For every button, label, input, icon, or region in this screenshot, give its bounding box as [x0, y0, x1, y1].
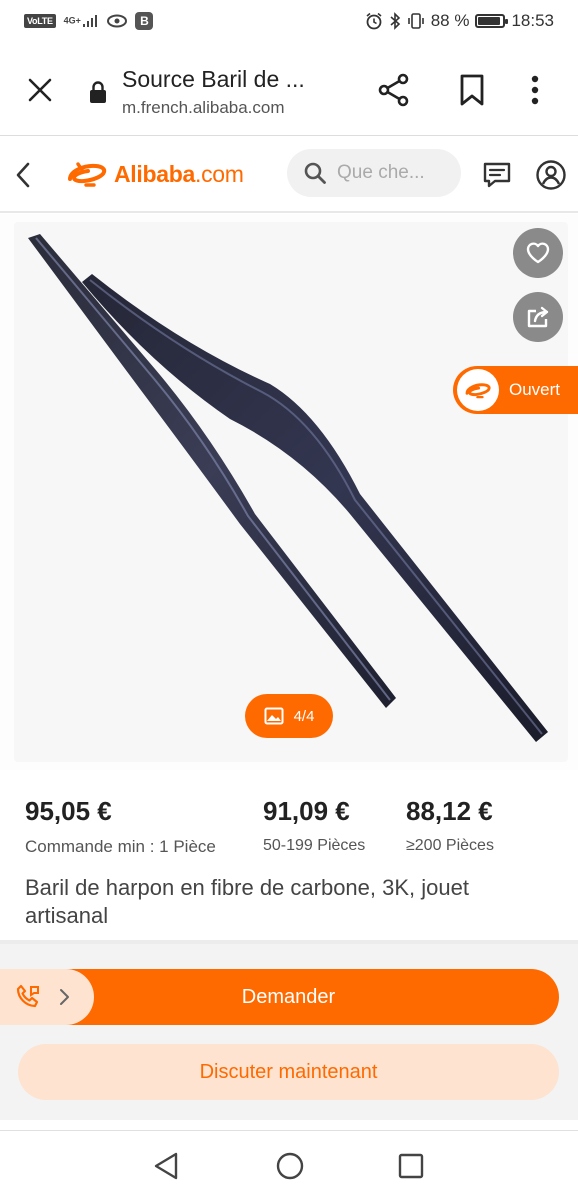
- chat-now-label: Discuter maintenant: [199, 1060, 378, 1083]
- nav-back-icon[interactable]: [152, 1151, 180, 1181]
- phone-icon: [16, 984, 39, 1008]
- signal-icon: [83, 15, 98, 27]
- user-icon[interactable]: [535, 159, 567, 191]
- browser-toolbar: Source Baril de ... m.french.alibaba.com: [0, 44, 578, 136]
- nav-home-icon[interactable]: [275, 1151, 305, 1181]
- back-button[interactable]: [8, 159, 38, 191]
- price-tier: 91,09 € 50-199 Pièces: [263, 796, 365, 855]
- price-tiers: 95,05 € Commande min : 1 Pièce 91,09 € 5…: [0, 770, 578, 870]
- volte-indicator: VoLTE: [24, 14, 56, 28]
- share-icon[interactable]: [376, 72, 412, 108]
- share-product-button[interactable]: [513, 292, 563, 342]
- more-vert-icon[interactable]: [530, 74, 540, 106]
- status-right: 88 % 18:53: [365, 11, 554, 31]
- page-url[interactable]: m.french.alibaba.com: [122, 98, 285, 118]
- price-tier: 88,12 € ≥200 Pièces: [406, 796, 494, 855]
- alarm-icon: [366, 12, 382, 30]
- alibaba-logo-mark: [68, 162, 107, 187]
- site-header: Alibaba.com Que che...: [0, 137, 578, 213]
- tier-quantity: ≥200 Pièces: [406, 837, 494, 854]
- close-tab-button[interactable]: [20, 70, 60, 110]
- image-counter-text: 4/4: [293, 707, 315, 725]
- image-icon: [264, 707, 284, 725]
- tier-price: 88,12 €: [406, 796, 493, 826]
- eye-icon: [107, 14, 128, 28]
- vibrate-icon: [407, 13, 424, 29]
- search-placeholder: Que che...: [337, 162, 425, 183]
- tier-price: 91,09 €: [263, 796, 350, 826]
- tier-price: 95,05 €: [25, 796, 112, 826]
- favorite-button[interactable]: [513, 228, 563, 278]
- clock: 18:53: [511, 11, 554, 30]
- status-bar: VoLTE 4G+ B 88 % 18:53: [0, 0, 578, 44]
- call-supplier-tab[interactable]: [0, 969, 94, 1025]
- chat-now-button[interactable]: Discuter maintenant: [18, 1044, 559, 1100]
- chevron-left-icon: [16, 162, 30, 188]
- supplier-status-label: Ouvert: [509, 380, 561, 399]
- action-area: Demander Discuter maintenant: [0, 940, 578, 1120]
- system-nav-bar: [0, 1130, 578, 1200]
- product-gallery[interactable]: Ouvert 4/4: [0, 214, 578, 770]
- search-input[interactable]: Que che...: [287, 149, 461, 197]
- app-badge: B: [135, 12, 154, 30]
- status-left: VoLTE 4G+ B: [24, 12, 154, 30]
- lock-icon: [90, 81, 106, 103]
- chevron-right-icon: [60, 989, 69, 1005]
- product-image[interactable]: [0, 214, 578, 770]
- bookmark-icon[interactable]: [458, 72, 486, 108]
- close-icon: [28, 78, 52, 102]
- alibaba-logo-text: Alibaba.com: [114, 161, 244, 188]
- supplier-status-badge[interactable]: Ouvert: [453, 366, 578, 414]
- battery-fill: [478, 17, 500, 25]
- nav-recents-icon[interactable]: [398, 1153, 424, 1179]
- logo-tld: .com: [194, 160, 244, 187]
- heart-icon: [526, 242, 550, 264]
- rod-right: [82, 274, 548, 742]
- product-title: Baril de harpon en fibre de carbone, 3K,…: [25, 875, 469, 928]
- bluetooth-icon: [390, 12, 400, 30]
- tier-quantity: Commande min : 1 Pièce: [25, 837, 216, 856]
- battery-percent: 88 %: [430, 11, 470, 30]
- network-indicator: 4G+: [64, 15, 100, 27]
- image-counter[interactable]: 4/4: [245, 694, 333, 738]
- message-icon[interactable]: [482, 161, 512, 189]
- alibaba-logo[interactable]: Alibaba.com: [64, 157, 244, 191]
- search-icon: [304, 162, 326, 184]
- price-tier: 95,05 € Commande min : 1 Pièce: [25, 796, 216, 857]
- battery-icon: [475, 14, 509, 28]
- page-title: Source Baril de ...: [122, 66, 305, 92]
- supplier-badge-logo: [457, 369, 499, 411]
- section-divider: [0, 940, 578, 944]
- network-type: 4G+: [63, 15, 81, 26]
- alibaba-mini-logo-icon: [465, 383, 491, 399]
- demander-label: Demander: [241, 985, 336, 1008]
- demander-button[interactable]: Demander: [18, 969, 559, 1025]
- logo-brand: Alibaba: [114, 160, 195, 187]
- share-out-icon: [527, 306, 549, 328]
- tier-quantity: 50-199 Pièces: [263, 837, 366, 854]
